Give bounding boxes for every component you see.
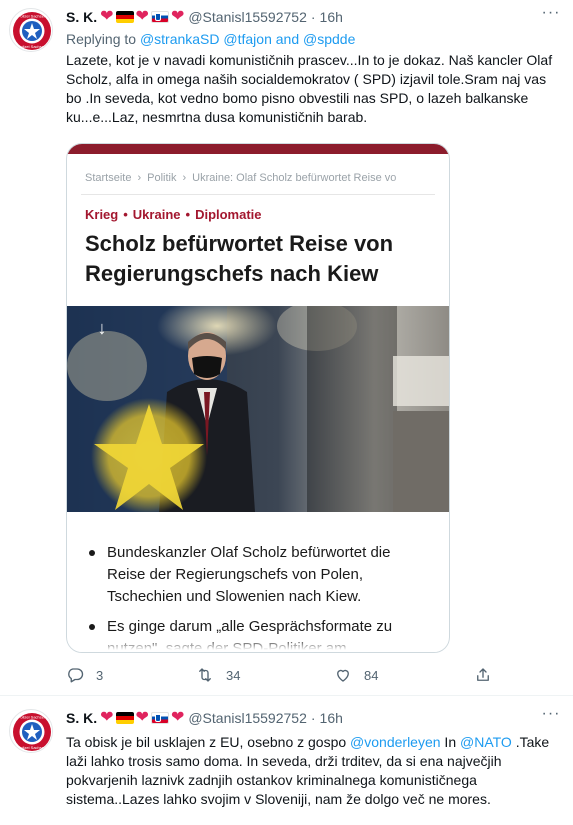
share-button[interactable] (474, 666, 492, 684)
red-heart-icon: ❤ (135, 8, 149, 25)
name-emojis: ❤ ❤ ❤ (100, 9, 184, 25)
display-name[interactable]: S. K. (66, 710, 97, 726)
retweet-icon (199, 668, 211, 682)
retweet-count: 34 (226, 667, 241, 683)
article-tag: Krieg (85, 207, 119, 222)
user-handle[interactable]: @Stanisl15592752 (188, 9, 307, 25)
tweet-image[interactable]: Startseite › Politik › Ukraine: Olaf Scholz … (66, 143, 450, 653)
name-emojis: ❤ ❤ ❤ (100, 710, 184, 726)
article-tags: Krieg • Ukraine • Diplomatie (85, 207, 262, 222)
badge-top-text: Polizei Sachsen (18, 715, 46, 720)
arrow-down-icon[interactable]: ↓ (89, 315, 115, 341)
badge-bottom-text: Polizei Sachsen (18, 44, 46, 49)
breadcrumb-item: Ukraine: Olaf Scholz befürwortet Reise v… (192, 172, 397, 184)
tweet-header: S. K. ❤ ❤ ❤ @Stanisl15592752 · 16h (66, 708, 343, 728)
reply-icon (68, 668, 84, 683)
like-icon (337, 669, 349, 682)
like-button[interactable]: 84 (334, 666, 378, 684)
germany-flag-icon (115, 11, 134, 23)
badge-bottom-text: Polizei Sachsen (18, 745, 46, 750)
avatar[interactable]: Polizei Sachsen Polizei Sachsen (9, 709, 53, 753)
tweet-text: Lazete, kot je v navadi komunističnih pr… (66, 52, 553, 125)
tweet-text-part: Ta obisk je bil usklajen z EU, osebno z … (66, 734, 351, 750)
badge-top-text: Polizei Sachsen (18, 14, 46, 19)
share-icon (477, 668, 489, 681)
police-badge-icon: Polizei Sachsen Polizei Sachsen (11, 711, 52, 752)
replying-to: Replying to @strankaSD @tfajon and @spdd… (66, 31, 355, 47)
breadcrumb-item: Politik (147, 172, 177, 184)
article-headline: Scholz befürwortet Reise von Regierungsc… (85, 231, 394, 286)
red-heart-icon: ❤ (135, 709, 149, 726)
breadcrumb-item: Startseite (85, 172, 132, 184)
separator-dot: · (310, 710, 316, 726)
like-count: 84 (364, 667, 379, 683)
article-top-bar (67, 144, 449, 154)
avatar[interactable]: Polizei Sachsen Polizei Sachsen (9, 8, 53, 52)
replying-to-label: Replying to (66, 31, 137, 47)
tweet-header: S. K. ❤ ❤ ❤ @Stanisl15592752 · 16h (66, 7, 343, 27)
divider (81, 194, 435, 195)
germany-flag-icon (115, 712, 134, 724)
slovenia-flag-icon (150, 712, 169, 724)
display-name[interactable]: S. K. (66, 9, 97, 25)
article-bullet: Bundeskanzler Olaf Scholz befürwortet di… (89, 542, 429, 608)
red-heart-icon: ❤ (100, 709, 114, 726)
tag-bullet: • (185, 207, 191, 222)
retweet-button[interactable]: 34 (196, 666, 240, 684)
breadcrumb-chevron-icon: › (137, 172, 142, 184)
image-cutoff (67, 638, 449, 652)
tweet[interactable]: Polizei Sachsen Polizei Sachsen S. K. ❤ … (0, 695, 573, 825)
slovenia-flag-icon (150, 11, 169, 23)
reply-button[interactable]: 3 (66, 666, 103, 684)
mention-link[interactable]: @NATO (460, 734, 512, 750)
police-badge-icon: Polizei Sachsen Polizei Sachsen (11, 10, 52, 51)
article-tag: Diplomatie (195, 207, 262, 222)
breadcrumb: Startseite › Politik › Ukraine: Olaf Scholz … (85, 172, 396, 184)
timestamp[interactable]: 16h (320, 710, 343, 726)
tweet-text: Ta obisk je bil usklajen z EU, osebno z … (66, 733, 564, 809)
more-icon[interactable]: ··· (541, 4, 561, 22)
reply-mentions-link[interactable]: @strankaSD @tfajon and @spdde (140, 31, 355, 47)
red-heart-icon: ❤ (170, 709, 185, 726)
tweet-text-part: In (440, 734, 461, 750)
scholz-photo-illustration (67, 306, 449, 512)
red-heart-icon: ❤ (100, 8, 114, 25)
tweet-actions: 3 34 84 (66, 666, 506, 686)
user-handle[interactable]: @Stanisl15592752 (188, 710, 307, 726)
separator-dot: · (310, 9, 316, 25)
mention-link[interactable]: @vonderleyen (350, 734, 441, 750)
article-bullets: Bundeskanzler Olaf Scholz befürwortet di… (89, 542, 429, 652)
red-heart-icon: ❤ (170, 8, 185, 25)
article-tag: Ukraine (132, 207, 181, 222)
article-photo (67, 306, 449, 512)
reply-count: 3 (96, 667, 104, 683)
more-icon[interactable]: ··· (541, 705, 561, 723)
tweet[interactable]: Polizei Sachsen Polizei Sachsen S. K. ❤ … (0, 0, 573, 695)
breadcrumb-chevron-icon: › (182, 172, 187, 184)
tag-bullet: • (123, 207, 128, 222)
timestamp[interactable]: 16h (320, 9, 343, 25)
breadcrumb-fade (389, 164, 449, 190)
